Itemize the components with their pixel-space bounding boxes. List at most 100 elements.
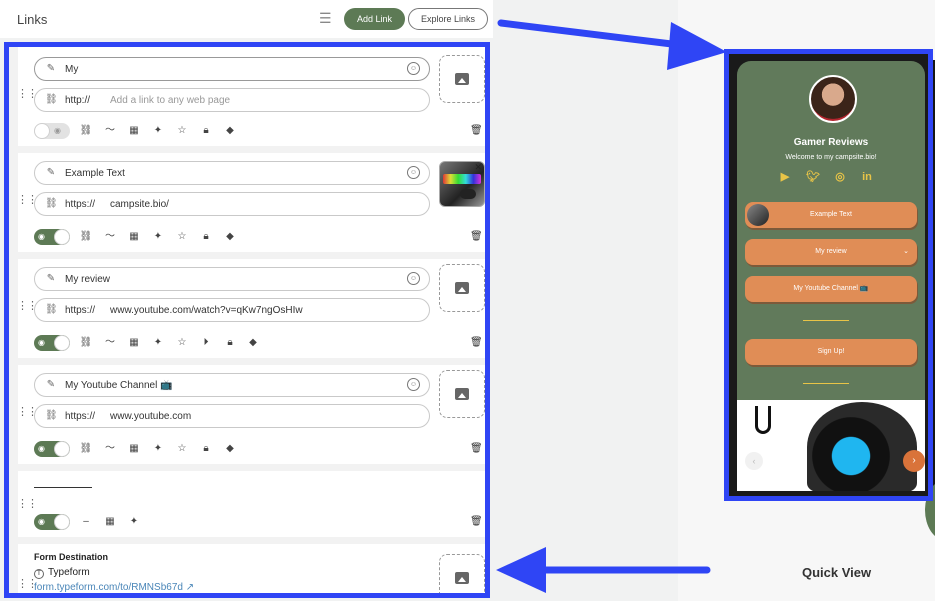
image-upload-slot[interactable] bbox=[439, 55, 485, 103]
analytics-icon[interactable]: 〜 bbox=[103, 124, 117, 138]
link-title-field[interactable]: ✎ My ☺ bbox=[34, 57, 430, 81]
trash-icon[interactable]: 🗑︎ bbox=[470, 442, 483, 456]
lock-icon[interactable]: 🔒︎ bbox=[199, 124, 213, 138]
youtube-icon[interactable]: ▶ bbox=[778, 170, 792, 184]
link-icon[interactable]: ⛓ bbox=[79, 230, 93, 244]
instagram-icon[interactable]: ◎ bbox=[833, 170, 847, 184]
pin-icon[interactable]: ✦ bbox=[151, 124, 165, 138]
divider-preview bbox=[34, 487, 92, 488]
calendar-icon[interactable]: ▦ bbox=[127, 336, 141, 350]
star-icon[interactable]: ☆ bbox=[175, 442, 189, 456]
analytics-icon[interactable]: 〜 bbox=[103, 442, 117, 456]
form-url-link[interactable]: form.typeform.com/to/RMNSb67d ↗ bbox=[34, 582, 194, 593]
form-card: ⋮⋮ Form Destination T Typeform form.typef… bbox=[17, 544, 485, 593]
link-thumbnail-image[interactable]: ✕ bbox=[439, 161, 485, 207]
list-view-icon[interactable]: ☰ bbox=[319, 11, 335, 25]
url-prefix: https:// bbox=[65, 411, 96, 422]
twitter-icon[interactable]: 🐦︎ bbox=[806, 170, 820, 184]
external-link-icon: ↗ bbox=[185, 582, 195, 593]
avatar bbox=[809, 75, 857, 123]
image-upload-slot[interactable] bbox=[439, 370, 485, 418]
preview-signup-button[interactable]: Sign Up! bbox=[745, 339, 917, 365]
star-icon[interactable]: ☆ bbox=[175, 124, 189, 138]
link-url-field[interactable]: ⛓ https:// www.youtube.com bbox=[34, 404, 430, 428]
visibility-toggle[interactable]: ◉ bbox=[34, 441, 70, 457]
analytics-icon[interactable]: 〜 bbox=[103, 336, 117, 350]
link-title-value: Example Text bbox=[65, 168, 125, 179]
add-link-button[interactable]: Add Link bbox=[344, 8, 405, 30]
drag-handle-icon[interactable]: ⋮⋮ bbox=[17, 89, 38, 100]
visibility-toggle[interactable]: ◉ bbox=[34, 514, 70, 530]
preview-link-button[interactable]: My review ⌄ bbox=[745, 239, 917, 265]
star-icon[interactable]: ☆ bbox=[175, 336, 189, 350]
form-destination-label: Form Destination bbox=[34, 552, 109, 562]
calendar-icon[interactable]: ▦ bbox=[103, 515, 117, 529]
visibility-toggle[interactable]: ◉ bbox=[34, 229, 70, 245]
link-icon[interactable]: ⛓ bbox=[79, 442, 93, 456]
trash-icon[interactable]: 🗑︎ bbox=[470, 230, 483, 244]
tag-icon[interactable]: ◆ bbox=[223, 442, 237, 456]
pin-icon[interactable]: ✦ bbox=[151, 336, 165, 350]
preview-link-button[interactable]: Example Text bbox=[745, 202, 917, 228]
analytics-icon[interactable]: 〜 bbox=[103, 230, 117, 244]
drag-handle-icon[interactable]: ⋮⋮ bbox=[17, 195, 38, 206]
lock-icon[interactable]: 🔒︎ bbox=[199, 230, 213, 244]
trash-icon[interactable]: 🗑︎ bbox=[470, 515, 483, 529]
button-thumbnail bbox=[747, 204, 769, 226]
emoji-icon[interactable]: ☺ bbox=[407, 166, 420, 179]
remove-image-icon[interactable]: ✕ bbox=[474, 162, 482, 173]
tag-icon[interactable]: ◆ bbox=[246, 336, 260, 350]
pin-icon[interactable]: ✦ bbox=[127, 515, 141, 529]
link-toolbar: ◉ ⛓ 〜 ▦ ✦ ☆ 🔒︎ ◆ 🗑︎ bbox=[34, 123, 485, 139]
lock-icon[interactable]: 🔒︎ bbox=[223, 336, 237, 350]
tag-icon[interactable]: ◆ bbox=[223, 124, 237, 138]
carousel-next-icon[interactable]: › bbox=[903, 450, 925, 472]
tag-icon[interactable]: ◆ bbox=[223, 230, 237, 244]
emoji-icon[interactable]: ☺ bbox=[407, 62, 420, 75]
explore-links-button[interactable]: Explore Links bbox=[408, 8, 488, 30]
quick-view-label[interactable]: Quick View bbox=[802, 565, 871, 580]
emoji-icon[interactable]: ☺ bbox=[407, 272, 420, 285]
link-card: ⋮⋮ ✎ My Youtube Channel 📺 ☺ ⛓ https:// w… bbox=[17, 365, 485, 464]
trash-icon[interactable]: 🗑︎ bbox=[470, 124, 483, 138]
image-upload-slot[interactable] bbox=[439, 264, 485, 312]
drag-handle-icon[interactable]: ⋮⋮ bbox=[17, 407, 38, 418]
calendar-icon[interactable]: ▦ bbox=[127, 124, 141, 138]
emoji-icon[interactable]: ☺ bbox=[407, 378, 420, 391]
drag-handle-icon[interactable]: ⋮⋮ bbox=[17, 579, 38, 590]
link-url-field[interactable]: ⛓ http:// Add a link to any web page bbox=[34, 88, 430, 112]
link-title-field[interactable]: ✎ My review ☺ bbox=[34, 267, 430, 291]
carousel-prev-icon[interactable]: ‹ bbox=[745, 452, 763, 470]
preview-link-button[interactable]: My Youtube Channel 📺 bbox=[745, 276, 917, 302]
drag-handle-icon[interactable]: ⋮⋮ bbox=[17, 301, 38, 312]
headset-image bbox=[807, 402, 917, 491]
link-card: ⋮⋮ ✎ My ☺ ⛓ http:// Add a link to any we… bbox=[17, 47, 485, 146]
pin-icon[interactable]: ✦ bbox=[151, 442, 165, 456]
preview-image-carousel[interactable]: ‹ › bbox=[737, 400, 925, 491]
phone-preview: Gamer Reviews Welcome to my campsite.bio… bbox=[737, 61, 925, 491]
calendar-icon[interactable]: ▦ bbox=[127, 442, 141, 456]
dash-icon[interactable]: – bbox=[79, 515, 93, 529]
linkedin-icon[interactable]: in bbox=[860, 170, 874, 184]
visibility-toggle[interactable]: ◉ bbox=[34, 123, 70, 139]
link-url-field[interactable]: ⛓ https:// www.youtube.com/watch?v=qKw7n… bbox=[34, 298, 430, 322]
star-icon[interactable]: ☆ bbox=[175, 230, 189, 244]
link-icon[interactable]: ⛓ bbox=[79, 336, 93, 350]
link-url-field[interactable]: ⛓ https:// campsite.bio/ bbox=[34, 192, 430, 216]
calendar-icon[interactable]: ▦ bbox=[127, 230, 141, 244]
link-title-field[interactable]: ✎ Example Text ☺ bbox=[34, 161, 430, 185]
pencil-icon: ✎ bbox=[46, 379, 56, 390]
link-icon[interactable]: ⛓ bbox=[79, 124, 93, 138]
play-icon[interactable]: ⏵ bbox=[199, 336, 213, 350]
pencil-icon: ✎ bbox=[46, 167, 56, 178]
divider-card: ⋮⋮ ◉ – ▦ ✦ 🗑︎ bbox=[17, 471, 485, 537]
profile-bio: Welcome to my campsite.bio! bbox=[785, 154, 877, 161]
link-title-field[interactable]: ✎ My Youtube Channel 📺 ☺ bbox=[34, 373, 430, 397]
lock-icon[interactable]: 🔒︎ bbox=[199, 442, 213, 456]
visibility-toggle[interactable]: ◉ bbox=[34, 335, 70, 351]
image-upload-slot[interactable] bbox=[439, 554, 485, 593]
drag-handle-icon[interactable]: ⋮⋮ bbox=[17, 499, 38, 510]
eye-icon: ◉ bbox=[38, 517, 45, 526]
trash-icon[interactable]: 🗑︎ bbox=[470, 336, 483, 350]
pin-icon[interactable]: ✦ bbox=[151, 230, 165, 244]
